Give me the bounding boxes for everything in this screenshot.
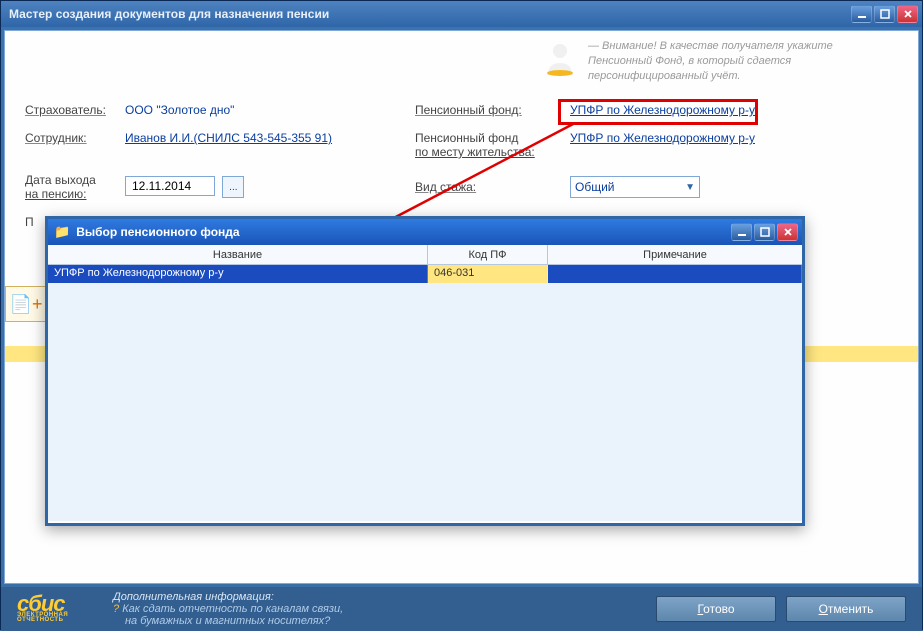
maximize-button[interactable] [874,5,895,23]
col-code-header[interactable]: Код ПФ [428,245,548,264]
main-titlebar: Мастер создания документов для назначени… [1,1,922,27]
col-name-header[interactable]: Название [48,245,428,264]
dialog-window-controls [731,223,798,241]
sbis-logo: сбис ЭЛЕКТРОННАЯ ОТЧЕТНОСТЬ [17,595,107,624]
attention-l3: персонифицированный учёт. [588,69,833,84]
pension-fund-label: Пенсионный фонд: [415,103,570,117]
seniority-label: Вид стажа: [415,180,570,194]
attention-banner: — Внимание! В качестве получателя укажит… [540,39,900,84]
insurer-value: ООО "Золотое дно" [125,103,415,117]
employee-value[interactable]: Иванов И.И.(СНИЛС 543-545-355 91) [125,131,415,159]
content-panel: — Внимание! В качестве получателя укажит… [4,30,919,584]
date-picker-button[interactable]: ... [222,176,244,198]
footer-info-l1[interactable]: Как сдать отчетность по каналам связи, [122,603,343,615]
grid-cell-name: УПФР по Железнодорожному р-у [48,265,428,283]
attention-text: — Внимание! В качестве получателя укажит… [588,39,833,84]
retire-date-label: Дата выхода на пенсию: [25,173,125,201]
close-button[interactable] [897,5,918,23]
attention-l1: — Внимание! В качестве получателя укажит… [588,39,833,54]
col-note-header[interactable]: Примечание [548,245,802,264]
finish-button[interactable]: Готово [656,596,776,622]
chevron-down-icon: ▼ [685,182,695,193]
grid-row[interactable]: УПФР по Железнодорожному р-у 046-031 [48,265,802,283]
dialog-close-button[interactable] [777,223,798,241]
folder-icon: 📁 [54,224,70,240]
retire-date-field: ... [125,176,415,199]
question-icon: ? [113,603,122,615]
seniority-combo-wrap: Общий ▼ [570,176,898,198]
seniority-combo[interactable]: Общий ▼ [570,176,700,198]
seniority-combo-text: Общий [575,180,615,194]
minimize-button[interactable] [851,5,872,23]
retire-date-input[interactable] [125,176,215,196]
residence-fund-label: Пенсионный фонд по месту жительства: [415,131,570,159]
window-controls [851,5,918,23]
grid-cell-note [548,265,802,283]
pension-fund-value[interactable]: УПФР по Железнодорожному р-у [570,103,898,117]
footer-bar: сбис ЭЛЕКТРОННАЯ ОТЧЕТНОСТЬ Дополнительн… [1,587,922,631]
footer-info: Дополнительная информация: ? Как сдать о… [107,591,646,627]
person-icon [540,39,580,79]
grid-header: Название Код ПФ Примечание [48,245,802,265]
dialog-minimize-button[interactable] [731,223,752,241]
dialog-maximize-button[interactable] [754,223,775,241]
residence-fund-value[interactable]: УПФР по Железнодорожному р-у [570,131,898,159]
dialog-titlebar: 📁 Выбор пенсионного фонда [48,219,802,245]
main-title: Мастер создания документов для назначени… [9,7,851,21]
cancel-button[interactable]: Отменить [786,596,906,622]
dialog-title: Выбор пенсионного фонда [76,225,731,239]
insurer-label: Страхователь: [25,103,125,117]
footer-info-l2[interactable]: на бумажных и магнитных носителях? [113,615,646,627]
grid-body[interactable]: УПФР по Железнодорожному р-у 046-031 [48,265,802,521]
pension-fund-picker-dialog: 📁 Выбор пенсионного фонда Название Код [45,216,805,526]
employee-label: Сотрудник: [25,131,125,159]
grid-cell-code: 046-031 [428,265,548,283]
attention-l2: Пенсионный Фонд, в который сдается [588,54,833,69]
add-document-button[interactable]: 📄+ [5,286,47,322]
wizard-main-window: Мастер создания документов для назначени… [0,0,923,630]
footer-info-title: Дополнительная информация: [113,591,646,603]
plus-icon: 📄+ [10,294,43,315]
